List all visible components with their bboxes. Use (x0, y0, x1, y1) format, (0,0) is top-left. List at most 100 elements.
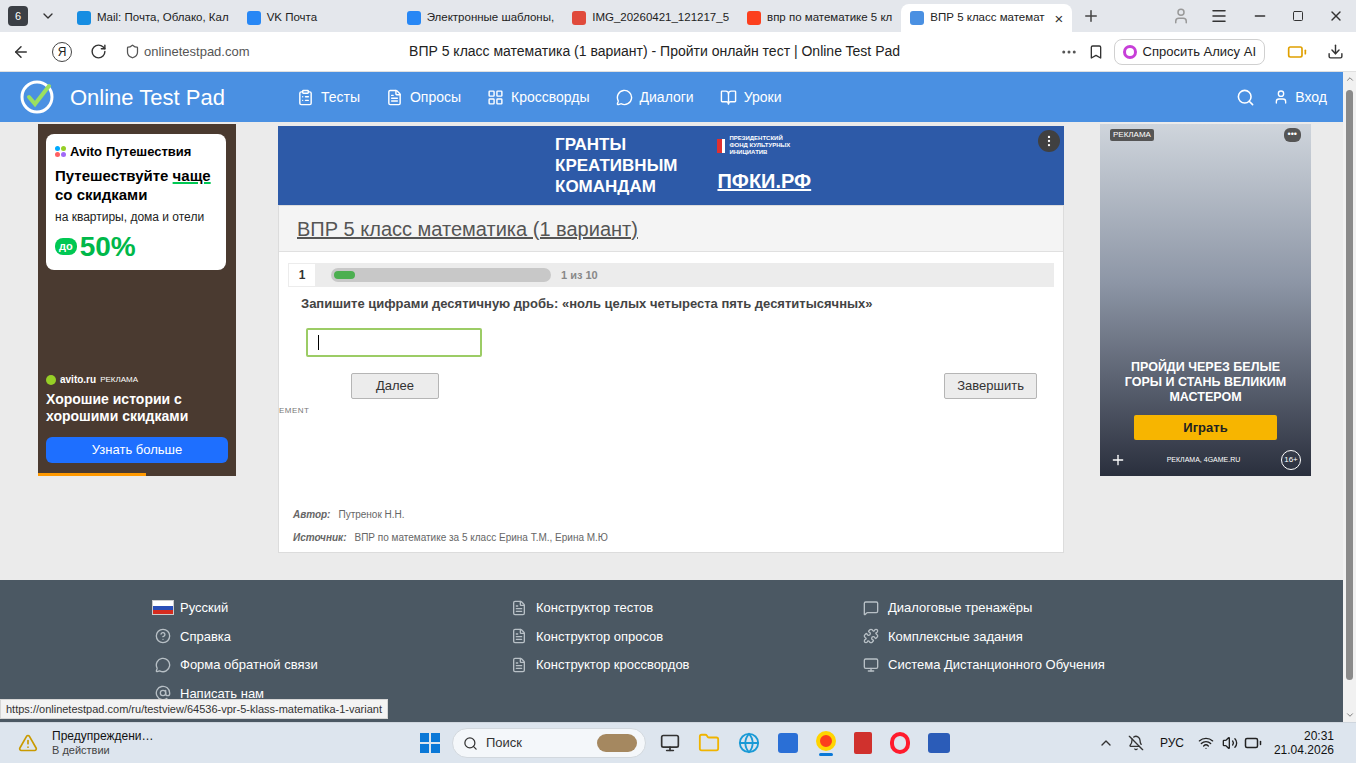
tab-list-icon[interactable] (40, 8, 56, 24)
question-number: 1 (289, 264, 315, 286)
ad-menu-button[interactable]: ••• (1284, 128, 1301, 142)
left-ad[interactable]: AvitoПутешествияПутешествуйте чаще со ск… (38, 124, 236, 476)
footer-item-icon (863, 657, 879, 673)
footer-link[interactable]: Конструктор опросов (508, 627, 860, 647)
login-icon[interactable] (1273, 89, 1289, 105)
russian-flag-icon (152, 600, 174, 615)
taskbar-search[interactable]: Поиск (452, 728, 646, 758)
search-icon (463, 736, 478, 751)
discount-badge: до50% (55, 232, 217, 262)
notifications-off-icon[interactable] (1128, 735, 1144, 751)
footer-link[interactable]: Диалоговые тренажёры (860, 598, 1212, 618)
finish-button[interactable]: Завершить (944, 373, 1037, 399)
task-view-icon[interactable] (660, 733, 680, 753)
favicon-icon (572, 11, 586, 25)
right-ad[interactable]: РЕКЛАМА•••ПРОЙДИ ЧЕРЕЗ БЕЛЫЕ ГОРЫ И СТАН… (1100, 124, 1311, 476)
scrollbar[interactable] (1343, 72, 1356, 722)
alice-button[interactable]: Спросить Алису AI (1114, 39, 1265, 65)
test-title[interactable]: ВПР 5 класс математика (1 вариант) (297, 214, 638, 244)
site-logo[interactable]: Online Test Pad (70, 81, 225, 114)
browser-tab[interactable]: VK Почта (238, 4, 398, 32)
profile-icon[interactable] (1172, 7, 1190, 25)
tab-close-button[interactable]: × (1051, 11, 1064, 26)
close-window-icon[interactable] (1328, 8, 1344, 24)
address-text[interactable]: onlinetestpad.com (144, 42, 250, 62)
notification[interactable]: Предупреждени…В действии (18, 729, 398, 757)
page-title[interactable]: ВПР 5 класс математика (1 вариант) - Про… (250, 41, 1060, 62)
opera-icon[interactable] (890, 732, 910, 754)
reload-icon[interactable] (90, 43, 107, 60)
expand-icon[interactable] (1110, 452, 1126, 468)
browser-tab[interactable]: ВПР 5 класс математ× (901, 4, 1072, 32)
login-link[interactable]: Вход (1295, 87, 1327, 108)
site-search-icon[interactable] (1236, 88, 1255, 107)
scroll-up-icon[interactable] (1345, 74, 1355, 84)
favicon-icon (910, 11, 924, 25)
page: Online Test Pad Тесты Опросы Кроссворды Диал… (0, 72, 1343, 722)
question-text: Запишите цифрами десятичную дробь: «ноль… (279, 294, 1063, 314)
new-tab-icon[interactable] (1082, 7, 1100, 25)
word-icon[interactable] (928, 733, 950, 753)
language-indicator[interactable]: РУС (1160, 734, 1184, 752)
tray-expand-icon[interactable] (1098, 735, 1114, 751)
battery-icon[interactable] (1287, 42, 1307, 62)
nav-item[interactable]: Опросы (386, 87, 461, 108)
nav-item[interactable]: Тесты (297, 87, 360, 108)
browser-tab[interactable]: Электронные шаблоны, (398, 4, 564, 32)
minimize-icon[interactable] (1252, 8, 1268, 24)
footer-link[interactable]: Конструктор кроссвордов (508, 655, 860, 675)
banner-menu-button[interactable] (1038, 130, 1060, 152)
battery-icon[interactable] (1244, 734, 1262, 752)
grant-banner[interactable]: ГРАНТЫКРЕАТИВНЫМКОМАНДАМПРЕЗИДЕНТСКИЙФОН… (278, 126, 1064, 205)
nav-item[interactable]: Кроссворды (487, 87, 590, 108)
footer-item-icon (863, 628, 879, 644)
explorer-icon[interactable] (698, 732, 720, 754)
start-button[interactable] (420, 733, 440, 753)
bookmark-icon[interactable] (1088, 44, 1104, 60)
play-button[interactable]: Играть (1134, 415, 1277, 440)
security-icon[interactable] (125, 44, 140, 59)
next-button[interactable]: Далее (351, 373, 439, 399)
footer-link[interactable]: Форма обратной связи (152, 655, 508, 675)
tab-label: IMG_20260421_121217_5 (592, 9, 729, 26)
restore-icon[interactable] (1292, 10, 1304, 22)
edge-icon[interactable] (738, 732, 760, 754)
tab-label: Электронные шаблоны, (427, 9, 555, 26)
footer-link[interactable]: Русский (152, 598, 508, 618)
ad-card: AvitoПутешествияПутешествуйте чаще со ск… (46, 134, 226, 270)
browser-tab[interactable]: IMG_20260421_121217_5 (563, 4, 738, 32)
ad-badge: РЕКЛАМА (1110, 129, 1154, 141)
site-logo-icon[interactable] (18, 78, 56, 116)
ad-button[interactable]: Узнать больше (46, 437, 228, 463)
footer-link[interactable]: Конструктор тестов (508, 598, 860, 618)
menu-icon[interactable] (1210, 7, 1228, 25)
screen: 6 Mail: Почта, Облако, КалVK Почта Электро… (0, 0, 1356, 763)
address-bar: Яonlinetestpad.comВПР 5 класс математика… (0, 32, 1356, 72)
volume-icon[interactable] (1222, 735, 1238, 751)
banner-menu-icon (1042, 134, 1056, 148)
download-icon[interactable] (1327, 43, 1344, 60)
scroll-thumb[interactable] (1346, 90, 1353, 680)
back-icon[interactable] (12, 43, 30, 61)
tab-count-badge[interactable]: 6 (8, 6, 28, 26)
more-icon[interactable] (1060, 43, 1078, 61)
nav-item[interactable]: Уроки (720, 87, 782, 108)
footer-link[interactable]: Система Дистанционного Обучения (860, 655, 1212, 675)
pdf-icon[interactable] (854, 732, 872, 754)
clock[interactable]: 20:3121.04.2026 (1274, 729, 1334, 757)
footer-link[interactable]: Комплексные задания (860, 627, 1212, 647)
test-title-bar: ВПР 5 класс математика (1 вариант) (279, 206, 1063, 252)
answer-field[interactable] (306, 328, 482, 357)
scroll-down-icon[interactable] (1345, 710, 1355, 720)
yandex-button[interactable]: Я (52, 42, 72, 62)
nav-item-icon (616, 89, 633, 106)
ad-slogan: Хорошие истории с хорошими скидками (46, 391, 228, 425)
browser-tab[interactable]: впр по математике 5 кл (738, 4, 901, 32)
nav-item[interactable]: Диалоги (616, 87, 694, 108)
avito-logo-icon (55, 146, 66, 157)
footer-link[interactable]: Справка (152, 627, 508, 647)
browser-tab[interactable]: Mail: Почта, Облако, Кал (68, 4, 238, 32)
yandex-browser-icon[interactable] (816, 731, 836, 756)
store-icon[interactable] (778, 733, 798, 753)
wifi-icon[interactable] (1198, 735, 1214, 751)
